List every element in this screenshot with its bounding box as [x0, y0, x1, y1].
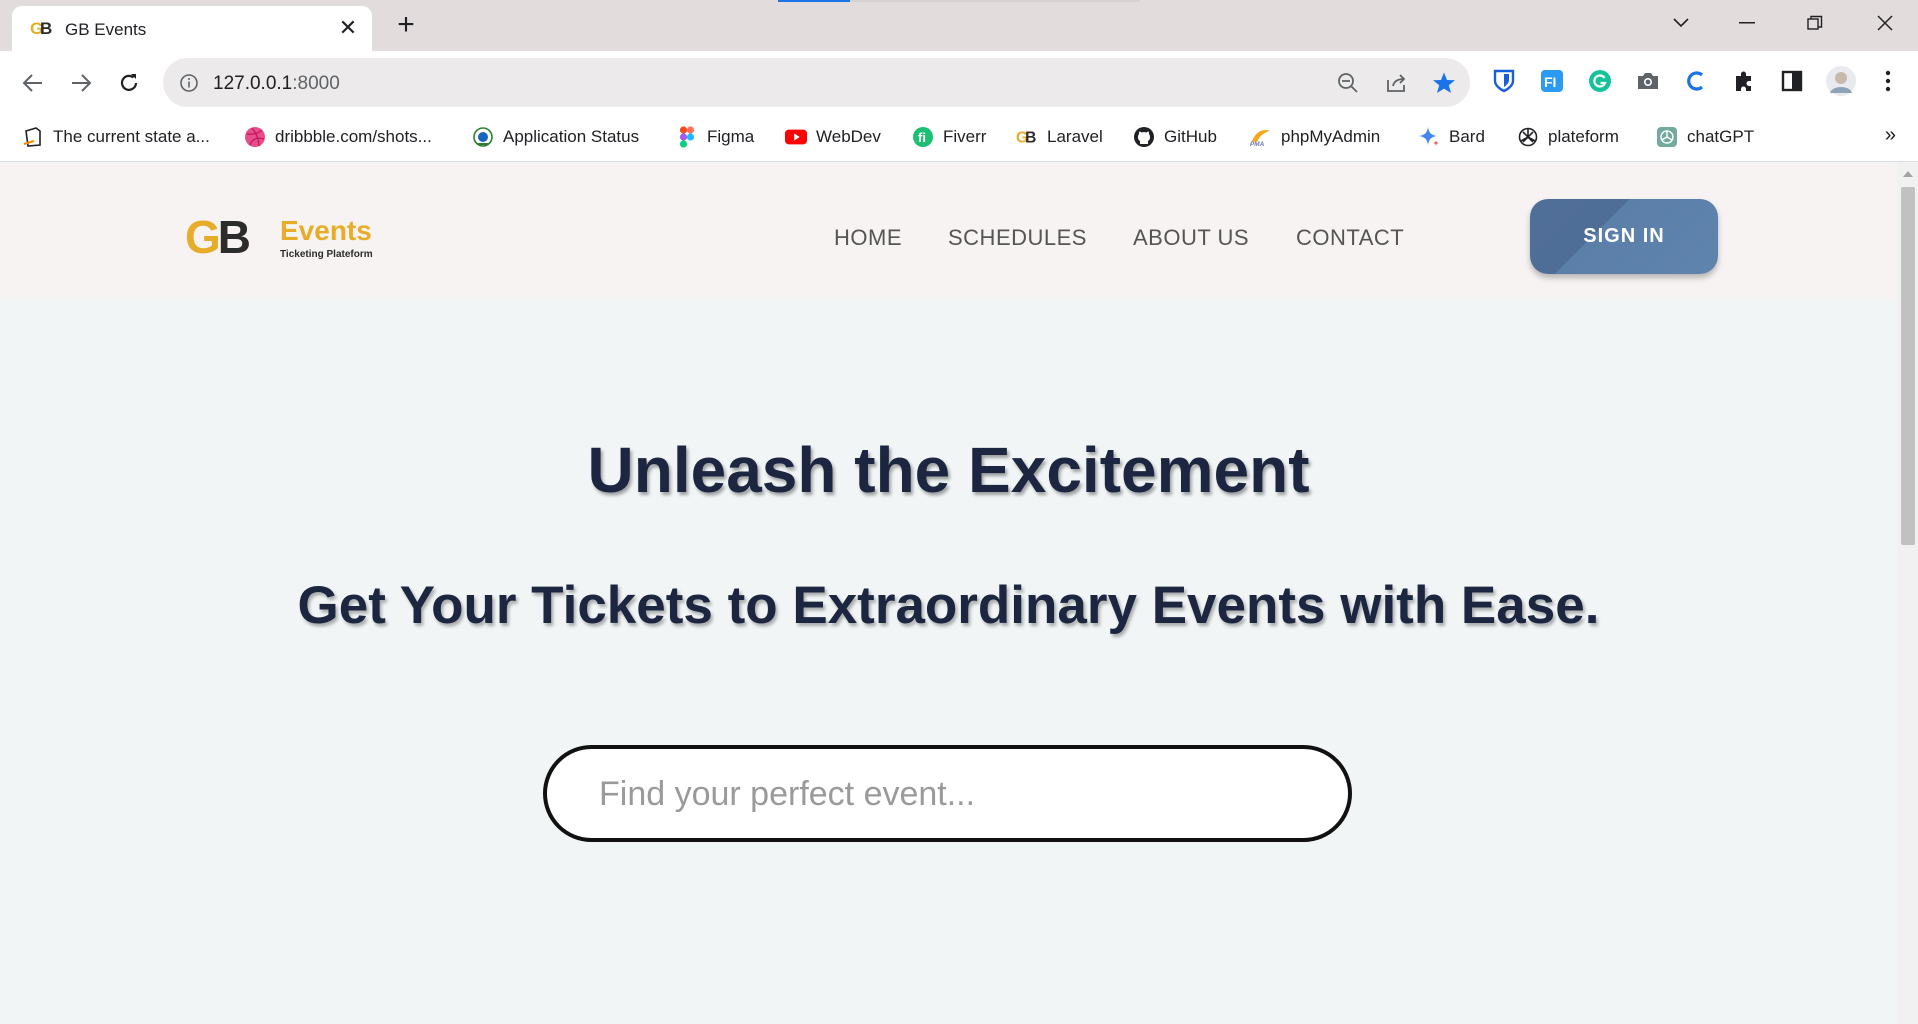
chrome-menu-icon[interactable] — [1874, 67, 1902, 95]
bookmark-item[interactable]: fi Fiverr — [912, 124, 986, 150]
openai-icon — [1517, 126, 1539, 148]
logo-mark: GB — [185, 211, 251, 263]
bookmark-item[interactable]: chatGPT — [1656, 124, 1754, 150]
tab-loading-track — [850, 0, 1140, 2]
bookmark-item[interactable]: The current state a... — [22, 124, 210, 150]
nav-schedules-link[interactable]: SCHEDULES — [948, 225, 1087, 251]
bookmark-label: plateform — [1548, 127, 1619, 146]
address-bar[interactable]: 127.0.0.1:8000 — [163, 58, 1470, 107]
fi-extension-icon[interactable]: FI — [1538, 67, 1566, 95]
share-icon[interactable] — [1384, 71, 1408, 95]
zoom-out-icon[interactable] — [1336, 71, 1360, 95]
tab-search-chevron-icon[interactable] — [1661, 8, 1701, 38]
bookmark-label: chatGPT — [1687, 127, 1755, 146]
figma-icon — [676, 126, 698, 148]
site-info-icon[interactable] — [179, 73, 199, 98]
close-window-icon[interactable] — [1865, 8, 1905, 38]
camera-icon[interactable] — [1634, 67, 1662, 95]
bookmark-label: Laravel — [1047, 127, 1103, 146]
svg-text:fi: fi — [918, 130, 926, 145]
bookmark-item[interactable]: Application Status — [472, 124, 639, 150]
minimize-icon[interactable] — [1727, 8, 1767, 38]
site-logo[interactable]: GB Events Ticketing Plateform — [185, 211, 385, 267]
bookmark-item[interactable]: PMA phpMyAdmin — [1250, 124, 1380, 150]
nav-home-link[interactable]: HOME — [834, 225, 902, 251]
close-tab-icon[interactable]: ✕ — [334, 14, 362, 42]
application-status-icon — [472, 126, 494, 148]
scrollbar-thumb[interactable] — [1901, 187, 1915, 545]
gb-favicon-icon: GB — [30, 17, 54, 44]
bookmark-label: Figma — [707, 127, 755, 146]
more-bookmarks-icon[interactable]: » — [1885, 124, 1896, 147]
notion-icon — [22, 126, 44, 148]
tab-loading-indicator — [778, 0, 850, 2]
bookmark-label: WebDev — [816, 127, 881, 146]
svg-text:FI: FI — [1544, 74, 1556, 90]
bookmark-item[interactable]: GB Laravel — [1016, 124, 1103, 150]
bookmark-item[interactable]: GitHub — [1133, 124, 1217, 150]
svg-text:B: B — [40, 19, 52, 38]
bookmark-item[interactable]: Figma — [676, 124, 754, 150]
back-arrow-icon[interactable] — [18, 68, 48, 98]
bookmark-label: dribbble.com/shots... — [275, 127, 432, 146]
dribbble-icon — [244, 126, 266, 148]
restore-icon[interactable] — [1795, 8, 1835, 38]
nav-about-link[interactable]: ABOUT US — [1133, 225, 1249, 251]
event-search-box — [543, 745, 1352, 842]
bookmark-item[interactable]: WebDev — [785, 124, 881, 150]
bookmarks-bar: The current state a... dribbble.com/shot… — [0, 114, 1918, 162]
browser-toolbar: 127.0.0.1:8000 FI — [0, 51, 1918, 114]
sign-in-button[interactable]: SIGN IN — [1530, 199, 1718, 274]
tab-title: GB Events — [65, 20, 147, 39]
page-scrollbar[interactable] — [1897, 163, 1918, 1024]
reload-icon[interactable] — [114, 68, 144, 98]
bard-icon — [1418, 126, 1440, 148]
svg-text:PMA: PMA — [1250, 141, 1265, 148]
new-tab-icon[interactable]: + — [390, 10, 422, 42]
fiverr-icon: fi — [912, 126, 934, 148]
bookmark-label: Bard — [1449, 127, 1485, 146]
url-host: 127.0.0.1 — [213, 73, 293, 94]
page-viewport: GB Events Ticketing Plateform HOME SCHED… — [0, 163, 1897, 1024]
side-panel-icon[interactable] — [1778, 67, 1806, 95]
url-port: :8000 — [292, 73, 340, 94]
scroll-up-arrow-icon[interactable] — [1903, 171, 1913, 177]
bookmark-label: The current state a... — [53, 127, 210, 146]
c-extension-icon[interactable] — [1682, 67, 1710, 95]
bookmark-item[interactable]: Bard — [1418, 124, 1485, 150]
phpmyadmin-icon: PMA — [1250, 126, 1272, 148]
github-icon — [1133, 126, 1155, 148]
extensions-puzzle-icon[interactable] — [1730, 67, 1758, 95]
bookmark-item[interactable]: dribbble.com/shots... — [244, 124, 432, 150]
event-search-input[interactable] — [599, 767, 1299, 821]
browser-tab-strip: GB GB Events ✕ + — [0, 0, 1918, 51]
bookmark-label: phpMyAdmin — [1281, 127, 1381, 146]
bookmark-label: Application Status — [503, 127, 640, 146]
youtube-icon — [785, 126, 807, 148]
nav-contact-link[interactable]: CONTACT — [1296, 225, 1404, 251]
hero-title: Unleash the Excitement — [587, 434, 1310, 506]
gb-logo-icon: GB — [1016, 126, 1038, 148]
browser-tab[interactable]: GB GB Events ✕ — [12, 6, 372, 51]
chatgpt-icon — [1656, 126, 1678, 148]
profile-avatar[interactable] — [1825, 65, 1857, 97]
logo-tagline: Ticketing Plateform — [280, 249, 373, 260]
hero-subtitle: Get Your Tickets to Extraordinary Events… — [297, 576, 1600, 635]
url-text: 127.0.0.1:8000 — [213, 73, 340, 95]
bookmark-item[interactable]: plateform — [1517, 124, 1619, 150]
bookmark-label: Fiverr — [943, 127, 987, 146]
logo-wordmark: Events — [280, 215, 372, 246]
svg-text:B: B — [1025, 130, 1036, 147]
bitwarden-icon[interactable] — [1490, 67, 1518, 95]
site-header: GB Events Ticketing Plateform HOME SCHED… — [0, 163, 1897, 299]
bookmark-label: GitHub — [1164, 127, 1217, 146]
bookmark-star-icon[interactable] — [1432, 71, 1456, 95]
forward-arrow-icon[interactable] — [66, 68, 96, 98]
grammarly-icon[interactable] — [1586, 67, 1614, 95]
